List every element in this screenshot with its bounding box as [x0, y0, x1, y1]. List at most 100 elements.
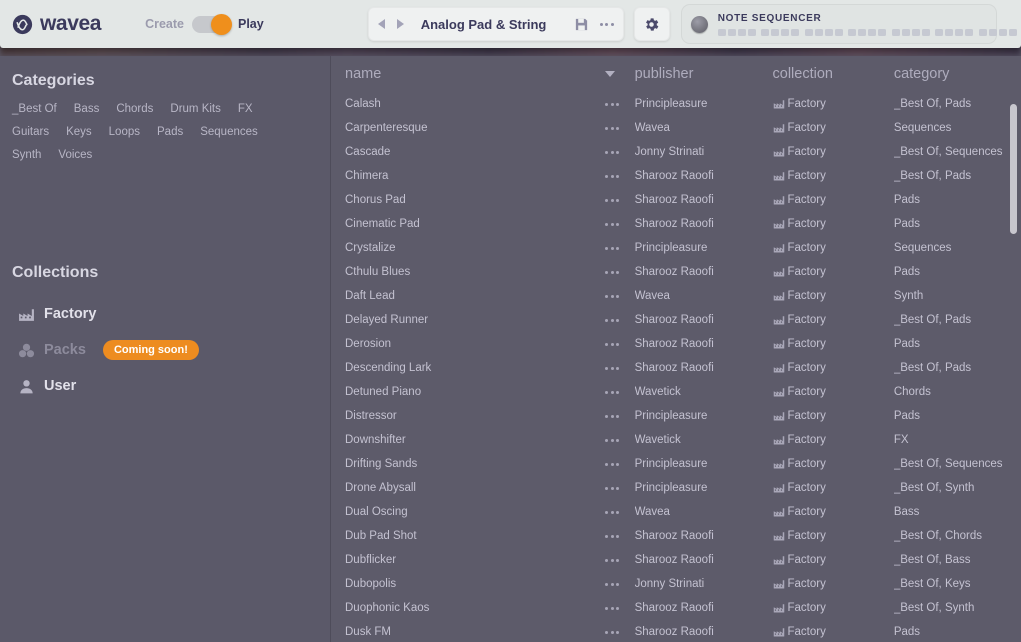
table-row[interactable]: Daft Lead Wavea Factory Synth [331, 284, 1021, 308]
row-menu-icon[interactable] [605, 414, 634, 418]
table-row[interactable]: Drone Abysall Principleasure Factory _Best … [331, 476, 1021, 500]
mode-label-create[interactable]: Create [145, 17, 184, 31]
scrollbar-thumb[interactable] [1010, 104, 1017, 234]
table-row[interactable]: Dual Oscing Wavea Factory Bass [331, 500, 1021, 524]
sequencer-step[interactable] [848, 28, 857, 36]
sequencer-step[interactable] [955, 28, 964, 36]
sequencer-step[interactable] [945, 28, 954, 36]
sequencer-step[interactable] [998, 28, 1007, 36]
row-menu-icon[interactable] [605, 222, 634, 226]
collection-item-packs[interactable]: Packs Coming soon! [0, 332, 330, 368]
column-header-collection[interactable]: collection [773, 66, 894, 82]
collection-item-factory[interactable]: Factory [0, 296, 330, 332]
row-menu-icon[interactable] [605, 582, 634, 586]
sequencer-step[interactable] [781, 28, 790, 36]
table-row[interactable]: Delayed Runner Sharooz Raoofi Factory _Best… [331, 308, 1021, 332]
category-chip[interactable]: Bass [74, 103, 100, 115]
table-row[interactable]: Descending Lark Sharooz Raoofi Factory _Bes… [331, 356, 1021, 380]
sequencer-step[interactable] [858, 28, 867, 36]
sequencer-step[interactable] [747, 28, 756, 36]
sort-indicator[interactable] [605, 71, 634, 77]
settings-button[interactable] [633, 7, 670, 41]
sequencer-step[interactable] [978, 28, 987, 36]
table-row[interactable]: Chimera Sharooz Raoofi Factory _Best Of, Pa… [331, 164, 1021, 188]
vertical-scrollbar[interactable] [1010, 100, 1017, 634]
table-row[interactable]: Carpenteresque Wavea Factory Sequences [331, 116, 1021, 140]
preset-name[interactable]: Analog Pad & String [421, 17, 574, 32]
category-chip[interactable]: FX [238, 103, 253, 115]
table-row[interactable]: Dusk FM Sharooz Raoofi Factory Pads [331, 620, 1021, 642]
category-chip[interactable]: _Best Of [12, 103, 57, 115]
row-menu-icon[interactable] [605, 270, 634, 274]
row-menu-icon[interactable] [605, 390, 634, 394]
sequencer-step[interactable] [935, 28, 944, 36]
sequencer-step[interactable] [921, 28, 930, 36]
floppy-disk-icon[interactable] [574, 17, 589, 32]
sequencer-step-grid[interactable] [717, 28, 1021, 36]
mode-switch[interactable] [191, 13, 232, 35]
sequencer-step[interactable] [771, 28, 780, 36]
table-row[interactable]: Dub Pad Shot Sharooz Raoofi Factory _Best O… [331, 524, 1021, 548]
column-header-category[interactable]: category [894, 66, 1021, 82]
collection-item-user[interactable]: User [0, 368, 330, 404]
sequencer-step[interactable] [1008, 28, 1017, 36]
row-menu-icon[interactable] [605, 366, 634, 370]
table-row[interactable]: Dubflicker Sharooz Raoofi Factory _Best Of,… [331, 548, 1021, 572]
row-menu-icon[interactable] [605, 534, 634, 538]
category-chip[interactable]: Sequences [200, 126, 258, 138]
sequencer-step[interactable] [791, 28, 800, 36]
category-chip[interactable]: Drum Kits [170, 103, 220, 115]
row-menu-icon[interactable] [605, 294, 634, 298]
row-menu-icon[interactable] [605, 198, 634, 202]
sequencer-step[interactable] [804, 28, 813, 36]
category-chip[interactable]: Chords [116, 103, 153, 115]
sequencer-step[interactable] [901, 28, 910, 36]
table-row[interactable]: Cinematic Pad Sharooz Raoofi Factory Pads [331, 212, 1021, 236]
table-row[interactable]: Cascade Jonny Strinati Factory _Best Of, Se… [331, 140, 1021, 164]
table-row[interactable]: Dubopolis Jonny Strinati Factory _Best Of, … [331, 572, 1021, 596]
preset-more-icon[interactable] [599, 22, 614, 26]
row-menu-icon[interactable] [605, 102, 634, 106]
column-header-name[interactable]: name [345, 66, 605, 82]
sequencer-step[interactable] [737, 28, 746, 36]
category-chip[interactable]: Voices [58, 149, 92, 161]
row-menu-icon[interactable] [605, 150, 634, 154]
row-menu-icon[interactable] [605, 174, 634, 178]
table-row[interactable]: Downshifter Wavetick Factory FX [331, 428, 1021, 452]
row-menu-icon[interactable] [605, 486, 634, 490]
row-menu-icon[interactable] [605, 558, 634, 562]
sequencer-step[interactable] [891, 28, 900, 36]
mode-label-play[interactable]: Play [238, 17, 264, 31]
table-row[interactable]: Cthulu Blues Sharooz Raoofi Factory Pads [331, 260, 1021, 284]
category-chip[interactable]: Keys [66, 126, 92, 138]
table-row[interactable]: Drifting Sands Principleasure Factory _Best… [331, 452, 1021, 476]
table-row[interactable]: Crystalize Principleasure Factory Sequences [331, 236, 1021, 260]
brand-logo[interactable]: wavea [12, 12, 101, 36]
table-row[interactable]: Chorus Pad Sharooz Raoofi Factory Pads [331, 188, 1021, 212]
sequencer-step[interactable] [965, 28, 974, 36]
triangle-right-icon[interactable] [396, 19, 404, 29]
column-header-publisher[interactable]: publisher [635, 66, 773, 82]
table-row[interactable]: Duophonic Kaos Sharooz Raoofi Factory _Best… [331, 596, 1021, 620]
row-menu-icon[interactable] [605, 318, 634, 322]
rotary-knob-icon[interactable] [690, 15, 708, 33]
row-menu-icon[interactable] [605, 126, 634, 130]
category-chip[interactable]: Loops [109, 126, 140, 138]
row-menu-icon[interactable] [605, 438, 634, 442]
sequencer-step[interactable] [911, 28, 920, 36]
sequencer-step[interactable] [868, 28, 877, 36]
sequencer-step[interactable] [761, 28, 770, 36]
sequencer-step[interactable] [878, 28, 887, 36]
sequencer-step[interactable] [988, 28, 997, 36]
sequencer-step[interactable] [814, 28, 823, 36]
row-menu-icon[interactable] [605, 342, 634, 346]
category-chip[interactable]: Synth [12, 149, 41, 161]
table-row[interactable]: Calash Principleasure Factory _Best Of, Pad… [331, 92, 1021, 116]
sequencer-step[interactable] [834, 28, 843, 36]
row-menu-icon[interactable] [605, 510, 634, 514]
triangle-left-icon[interactable] [377, 19, 385, 29]
category-chip[interactable]: Pads [157, 126, 183, 138]
row-menu-icon[interactable] [605, 630, 634, 634]
coming-soon-badge[interactable]: Coming soon! [102, 340, 199, 360]
row-menu-icon[interactable] [605, 606, 634, 610]
